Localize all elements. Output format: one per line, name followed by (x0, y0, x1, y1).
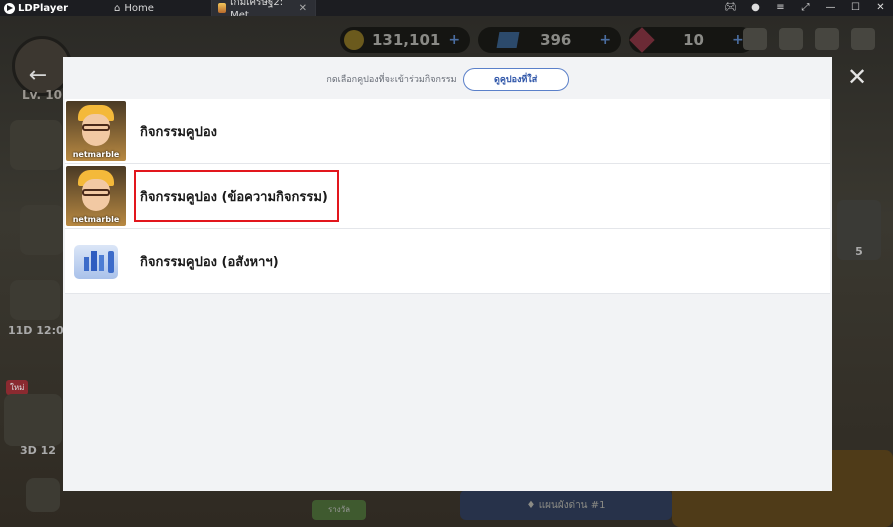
ldplayer-logo-icon (4, 2, 15, 14)
tab-game[interactable]: เกมเศรษฐี2: Met... ✕ (212, 0, 316, 21)
mail-icon[interactable] (779, 28, 803, 50)
thumb-glasses (82, 124, 110, 131)
thumb-bar (99, 255, 104, 271)
dialog-prompt: กดเลือกคูปองที่จะเข้าร่วมกิจกรรม (326, 75, 457, 85)
building-badge-count: 5 (855, 245, 863, 258)
coin-counter: 131,101 + (340, 27, 471, 53)
map-stage-banner[interactable]: ♦ แผนผังด่าน #1 (460, 490, 672, 520)
side-crown-icon[interactable] (10, 280, 60, 320)
gamepad-icon[interactable]: 🎮︎ (718, 0, 743, 16)
coupon-event-list: netmarble กิจกรรมคูปอง netmarble กิจกรรม… (65, 99, 830, 294)
back-arrow-icon[interactable]: ← (24, 62, 52, 90)
thumb-bar (84, 257, 89, 271)
thumb-bar (91, 251, 97, 271)
top-right-icons (743, 28, 875, 50)
gem-value: 396 (540, 31, 572, 49)
side-event-icon[interactable] (10, 120, 62, 170)
list-item[interactable]: กิจกรรมคูปอง (อสังหาฯ) (65, 229, 830, 294)
menu-icon-game[interactable] (851, 28, 875, 50)
user-icon[interactable]: ● (743, 0, 768, 16)
coupon-dialog: กดเลือกคูปองที่จะเข้าร่วมกิจกรรม ดูคูปอง… (63, 57, 832, 491)
thumb-brand-text: netmarble (72, 150, 120, 159)
player-level: Lv. 10 (22, 88, 62, 102)
menu-icon[interactable]: ≡ (768, 0, 793, 16)
list-item-label: กิจกรรมคูปอง (อสังหาฯ) (140, 254, 279, 270)
resource-bar: 131,101 + 396 + 10 + (340, 26, 754, 54)
thumb-brand-text: netmarble (72, 215, 120, 224)
close-icon[interactable]: ✕ (868, 0, 893, 16)
event-timer: 11D 12:0 (8, 324, 64, 337)
home-icon: ⌂ (114, 2, 121, 14)
view-coupons-button[interactable]: ดูคูปองที่ใส่ (462, 67, 569, 91)
thumb-tag (108, 251, 114, 273)
thumb-glasses (82, 189, 110, 196)
coin-stack-icon[interactable] (743, 28, 767, 50)
coin-value: 131,101 (372, 31, 441, 49)
list-item-label: กิจกรรมคูปอง (140, 124, 217, 140)
window-controls: 🎮︎ ● ≡ ⤢ — ☐ ✕ (718, 0, 893, 16)
maximize-icon[interactable]: ☐ (843, 0, 868, 16)
side-question-icon[interactable] (20, 205, 64, 255)
game-tab-icon (218, 3, 227, 13)
add-ruby-icon[interactable]: + (732, 32, 744, 48)
bell-icon[interactable] (815, 28, 839, 50)
dialog-header: กดเลือกคูปองที่จะเข้าร่วมกิจกรรม ดูคูปอง… (63, 57, 832, 99)
list-item[interactable]: netmarble กิจกรรมคูปอง (65, 99, 830, 164)
emulator-screen: LDPlayer ⌂ Home เกมเศรษฐี2: Met... ✕ 🎮︎ … (0, 0, 893, 527)
tab-home[interactable]: ⌂ Home (100, 0, 212, 16)
coin-icon (344, 30, 364, 50)
side-new-event-icon[interactable] (4, 394, 62, 446)
list-item[interactable]: netmarble กิจกรรมคูปอง (ข้อความกิจกรรม) (65, 164, 830, 229)
tab-home-label: Home (124, 2, 154, 14)
building-badge[interactable]: 5 (837, 200, 881, 260)
app-brand: LDPlayer (0, 2, 100, 14)
new-badge: ใหม่ (6, 380, 29, 395)
pin-icon[interactable]: ⤢ (793, 0, 818, 16)
gem-icon (496, 32, 520, 48)
add-coin-icon[interactable]: + (448, 32, 460, 48)
tab-close-icon[interactable]: ✕ (299, 3, 307, 14)
shop-cart-icon[interactable] (26, 478, 60, 512)
ruby-icon (629, 27, 655, 53)
netmarble-thumbnail: netmarble (66, 101, 126, 161)
event-timer-2: 3D 12 (20, 444, 56, 457)
add-gem-icon[interactable]: + (599, 32, 611, 48)
real-estate-thumbnail (66, 231, 126, 291)
ruby-counter: 10 + (629, 27, 754, 53)
netmarble-thumbnail: netmarble (66, 166, 126, 226)
close-dialog-icon[interactable]: ✕ (843, 63, 871, 91)
app-name: LDPlayer (18, 2, 69, 14)
gem-counter: 396 + (478, 27, 622, 53)
minimize-icon[interactable]: — (818, 0, 843, 16)
emulator-titlebar: LDPlayer ⌂ Home เกมเศรษฐี2: Met... ✕ 🎮︎ … (0, 0, 893, 21)
highlight-box (134, 170, 339, 222)
ruby-value: 10 (683, 31, 704, 49)
reward-tab[interactable]: รางวัล (312, 500, 366, 520)
